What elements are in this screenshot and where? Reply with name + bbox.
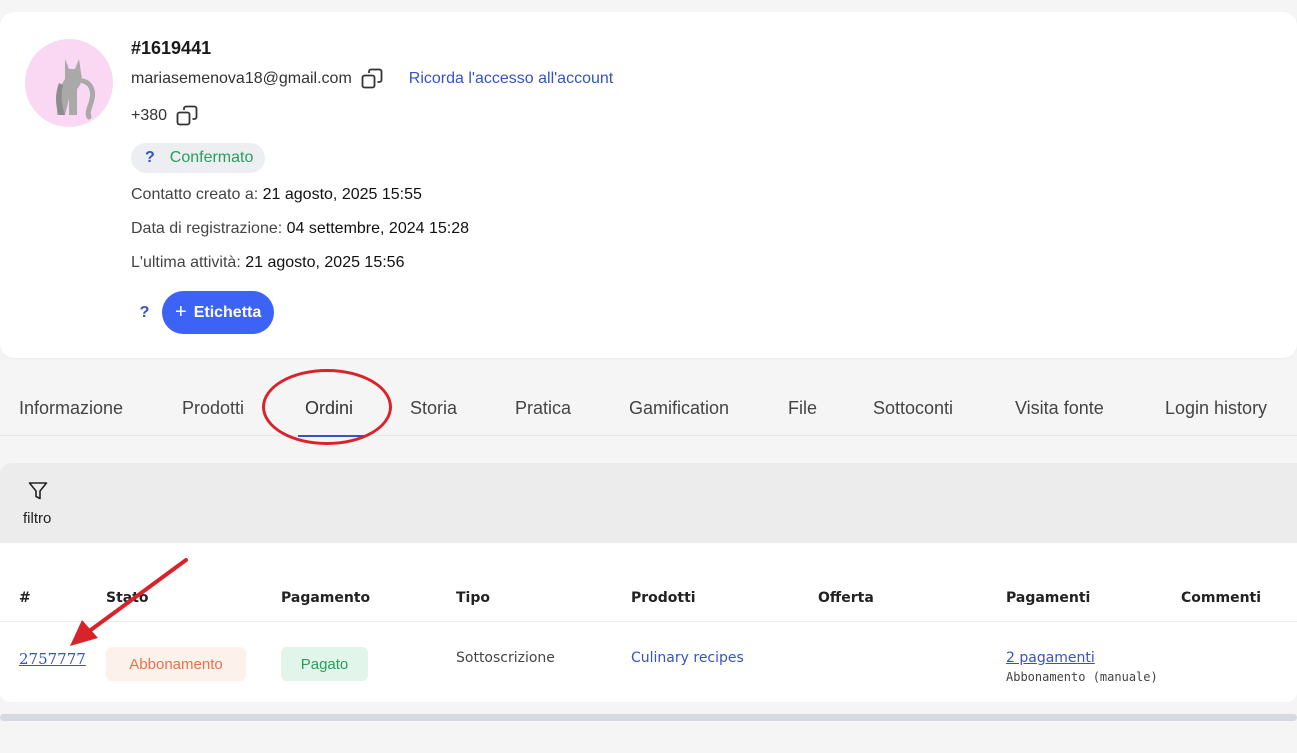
avatar	[25, 39, 113, 127]
header-divider	[0, 621, 1297, 622]
registration-date: Data di registrazione: 04 settembre, 202…	[131, 220, 469, 238]
contact-created-label: Contatto creato a:	[131, 186, 259, 203]
column-header-tipo: Tipo	[456, 590, 490, 606]
column-header-stato: Stato	[106, 590, 149, 606]
registration-value: 04 settembre, 2024 15:28	[286, 220, 469, 237]
column-header-pagamenti: Pagamenti	[1006, 590, 1091, 606]
tab-informazione[interactable]: Informazione	[19, 398, 123, 419]
filter-panel: filtro	[0, 463, 1297, 543]
remember-account-access-link[interactable]: Ricorda l'accesso all'account	[409, 70, 613, 88]
order-id-link[interactable]: 2757777	[19, 650, 86, 668]
column-header-offerta: Offerta	[818, 590, 874, 606]
add-tag-label: Etichetta	[193, 303, 262, 321]
last-activity-value: 21 agosto, 2025 15:56	[245, 254, 405, 271]
contact-created-value: 21 agosto, 2025 15:55	[262, 186, 422, 203]
column-header-commenti: Commenti	[1181, 590, 1262, 606]
tab-sottoconti[interactable]: Sottoconti	[873, 398, 953, 419]
contact-id: #1619441	[131, 38, 212, 58]
tag-help-icon[interactable]: ?	[127, 304, 162, 322]
profile-info: #1619441 mariasemenova18@gmail.com Ricor…	[131, 38, 613, 334]
last-activity: L'ultima attività: 21 agosto, 2025 15:56	[131, 254, 404, 272]
phone-row: +380	[131, 105, 198, 127]
phone-value: +380	[131, 107, 168, 124]
registration-label: Data di registrazione:	[131, 220, 283, 237]
order-status-badge: Abbonamento	[106, 647, 246, 681]
annotation-ellipse	[262, 369, 392, 445]
column-header-prodotti: Prodotti	[631, 590, 696, 606]
payments-note: Abbonamento (manuale)	[1006, 670, 1158, 684]
status-badge: ? Confermato	[131, 143, 266, 173]
tab-gamification[interactable]: Gamification	[629, 398, 729, 419]
orders-table: # Stato Pagamento Tipo Prodotti Offerta …	[0, 543, 1297, 702]
add-tag-button[interactable]: + Etichetta	[162, 291, 275, 334]
copy-email-icon[interactable]	[361, 68, 383, 90]
tab-storia[interactable]: Storia	[410, 398, 457, 419]
tab-pratica[interactable]: Pratica	[515, 398, 571, 419]
tab-visita-fonte[interactable]: Visita fonte	[1015, 398, 1104, 419]
contact-tabs: Informazione Prodotti Ordini Storia Prat…	[0, 392, 1297, 437]
order-product-link[interactable]: Culinary recipes	[631, 650, 744, 666]
horizontal-scrollbar[interactable]	[0, 714, 1297, 721]
status-help-icon[interactable]: ?	[145, 149, 155, 167]
column-header-id: #	[19, 590, 31, 606]
payments-count-link[interactable]: 2 pagamenti	[1006, 650, 1095, 666]
copy-phone-icon[interactable]	[176, 105, 198, 127]
column-header-pagamento: Pagamento	[281, 590, 371, 606]
payment-status-badge: Pagato	[281, 647, 368, 681]
tab-login-history[interactable]: Login history	[1165, 398, 1267, 419]
contact-profile-card: #1619441 mariasemenova18@gmail.com Ricor…	[0, 12, 1297, 358]
tag-row: ? + Etichetta	[131, 291, 275, 334]
order-type: Sottoscrizione	[456, 650, 555, 666]
tab-file[interactable]: File	[788, 398, 817, 419]
filter-icon[interactable]	[28, 481, 48, 501]
last-activity-label: L'ultima attività:	[131, 254, 241, 271]
email-row: mariasemenova18@gmail.com Ricorda l'acce…	[131, 68, 613, 90]
plus-icon: +	[175, 301, 187, 323]
cat-avatar-icon	[56, 59, 96, 120]
status-label: Confermato	[169, 149, 254, 166]
filter-label[interactable]: filtro	[23, 510, 51, 527]
tab-prodotti[interactable]: Prodotti	[182, 398, 244, 419]
contact-created: Contatto creato a: 21 agosto, 2025 15:55	[131, 186, 422, 204]
email-value: mariasemenova18@gmail.com	[131, 70, 352, 87]
